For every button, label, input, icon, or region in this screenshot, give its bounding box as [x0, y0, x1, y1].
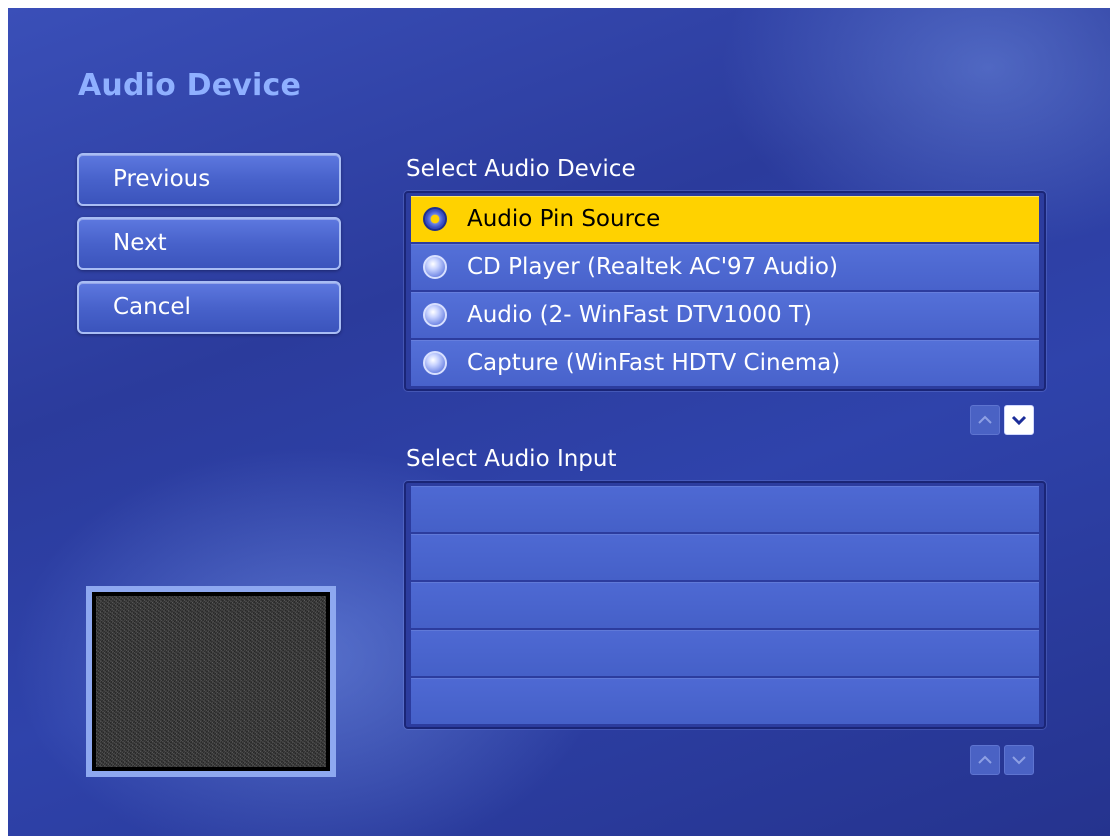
video-static-noise	[96, 596, 326, 767]
next-button[interactable]: Next	[77, 217, 341, 270]
video-preview-frame	[92, 592, 330, 771]
device-list-item[interactable]: Capture (WinFast HDTV Cinema)	[411, 340, 1039, 386]
input-section-label: Select Audio Input	[406, 446, 617, 472]
device-scroll-down-button[interactable]	[1004, 405, 1034, 435]
device-list-item[interactable]: Audio Pin Source	[411, 196, 1039, 242]
input-list-empty-row	[411, 630, 1039, 676]
chevron-down-icon	[1011, 415, 1027, 426]
device-item-label: Audio Pin Source	[467, 206, 661, 232]
chevron-up-icon	[978, 415, 992, 424]
input-list-empty-row	[411, 582, 1039, 628]
device-scroll-up-button[interactable]	[970, 405, 1000, 435]
audio-input-list	[404, 481, 1046, 729]
input-list-empty-row	[411, 486, 1039, 532]
previous-button[interactable]: Previous	[77, 153, 341, 206]
cancel-button[interactable]: Cancel	[77, 281, 341, 334]
device-item-label: Capture (WinFast HDTV Cinema)	[467, 350, 841, 376]
chevron-up-icon	[978, 755, 992, 764]
media-center-frame: Audio Device Previous Next Cancel Select…	[8, 8, 1110, 836]
radio-button-icon	[423, 303, 447, 327]
device-list-item[interactable]: CD Player (Realtek AC'97 Audio)	[411, 244, 1039, 290]
video-preview	[86, 586, 336, 777]
radio-button-icon	[423, 207, 447, 231]
page-title: Audio Device	[78, 68, 302, 103]
input-list-empty-row	[411, 534, 1039, 580]
radio-button-icon	[423, 255, 447, 279]
input-scroll-up-button[interactable]	[970, 745, 1000, 775]
chevron-down-icon	[1012, 756, 1026, 765]
radio-button-icon	[423, 351, 447, 375]
audio-device-list: Audio Pin Source CD Player (Realtek AC'9…	[404, 191, 1046, 391]
device-list-item[interactable]: Audio (2- WinFast DTV1000 T)	[411, 292, 1039, 338]
device-section-label: Select Audio Device	[406, 156, 636, 182]
input-scroll-down-button[interactable]	[1004, 745, 1034, 775]
device-item-label: Audio (2- WinFast DTV1000 T)	[467, 302, 812, 328]
device-item-label: CD Player (Realtek AC'97 Audio)	[467, 254, 838, 280]
input-list-empty-row	[411, 678, 1039, 724]
